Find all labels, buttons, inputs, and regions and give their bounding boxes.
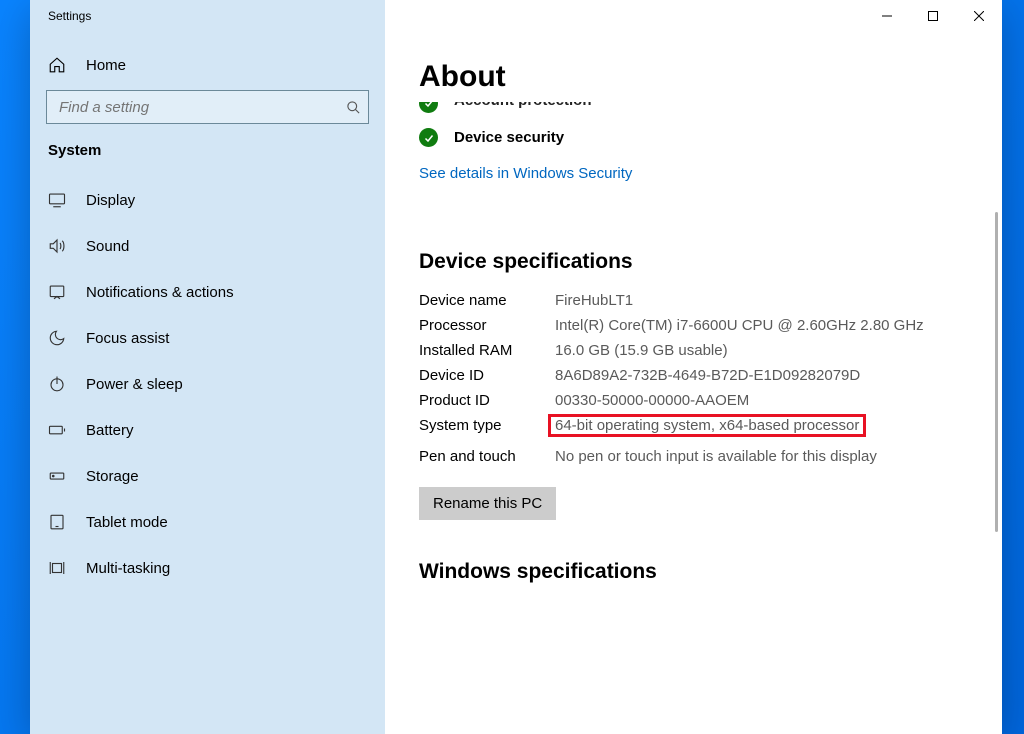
security-label: Device security <box>454 129 564 146</box>
spec-value-system-type-text: 64-bit operating system, x64-based proce… <box>555 417 859 434</box>
sidebar-item-notifications[interactable]: Notifications & actions <box>30 269 385 315</box>
security-account-protection[interactable]: Account protection <box>419 102 968 124</box>
search-input[interactable] <box>46 90 369 124</box>
sidebar-item-label: Display <box>86 192 135 209</box>
windows-spec-heading: Windows specifications <box>419 560 968 584</box>
sidebar-item-label: Power & sleep <box>86 376 183 393</box>
sidebar-item-focus-assist[interactable]: Focus assist <box>30 315 385 361</box>
minimize-button[interactable] <box>864 0 910 32</box>
sound-icon <box>48 237 66 255</box>
sidebar-item-label: Storage <box>86 468 139 485</box>
sidebar-item-tablet-mode[interactable]: Tablet mode <box>30 499 385 545</box>
titlebar: Settings <box>30 0 1002 32</box>
device-spec-table: Device name FireHubLT1 Processor Intel(R… <box>419 292 968 465</box>
spec-label-processor: Processor <box>419 317 549 334</box>
search-wrap <box>46 90 369 124</box>
sidebar-item-multitasking[interactable]: Multi-tasking <box>30 545 385 591</box>
spec-value-product-id: 00330-50000-00000-AAOEM <box>555 392 968 409</box>
sidebar-item-sound[interactable]: Sound <box>30 223 385 269</box>
windows-security-link[interactable]: See details in Windows Security <box>419 165 632 182</box>
multitasking-icon <box>48 559 66 577</box>
sidebar-item-label: Sound <box>86 238 129 255</box>
sidebar-item-battery[interactable]: Battery <box>30 407 385 453</box>
spec-label-device-id: Device ID <box>419 367 549 384</box>
rename-pc-button[interactable]: Rename this PC <box>419 487 556 520</box>
spec-value-system-type: 64-bit operating system, x64-based proce… <box>555 417 968 440</box>
sidebar-item-label: Multi-tasking <box>86 560 170 577</box>
security-device-security[interactable]: Device security <box>419 124 968 151</box>
search-icon <box>346 90 361 124</box>
sidebar-item-display[interactable]: Display <box>30 177 385 223</box>
sidebar-item-label: Tablet mode <box>86 514 168 531</box>
close-button[interactable] <box>956 0 1002 32</box>
tablet-icon <box>48 513 66 531</box>
spec-label-pen: Pen and touch <box>419 448 549 465</box>
sidebar: Home System Display <box>30 32 385 734</box>
spec-label-system-type: System type <box>419 417 549 440</box>
spec-label-product-id: Product ID <box>419 392 549 409</box>
spec-value-device-id: 8A6D89A2-732B-4649-B72D-E1D09282079D <box>555 367 968 384</box>
sidebar-home[interactable]: Home <box>30 46 385 84</box>
power-icon <box>48 375 66 393</box>
check-icon <box>419 128 438 147</box>
sidebar-item-power[interactable]: Power & sleep <box>30 361 385 407</box>
settings-window: Settings Home Sy <box>30 0 1002 734</box>
check-icon <box>419 102 438 113</box>
display-icon <box>48 191 66 209</box>
sidebar-item-label: Notifications & actions <box>86 284 234 301</box>
security-label: Account protection <box>454 102 592 109</box>
sidebar-heading: System <box>30 138 385 177</box>
spec-label-device-name: Device name <box>419 292 549 309</box>
highlight-annotation: 64-bit operating system, x64-based proce… <box>548 414 866 437</box>
notifications-icon <box>48 283 66 301</box>
window-title: Settings <box>30 9 91 23</box>
sidebar-item-storage[interactable]: Storage <box>30 453 385 499</box>
sidebar-item-label: Battery <box>86 422 134 439</box>
home-icon <box>48 56 66 74</box>
battery-icon <box>48 421 66 439</box>
spec-value-device-name: FireHubLT1 <box>555 292 968 309</box>
storage-icon <box>48 467 66 485</box>
focus-assist-icon <box>48 329 66 347</box>
main-content: About Account protection Device security… <box>385 32 1002 734</box>
page-title: About <box>419 60 968 94</box>
maximize-button[interactable] <box>910 0 956 32</box>
spec-value-processor: Intel(R) Core(TM) i7-6600U CPU @ 2.60GHz… <box>555 317 968 334</box>
device-spec-heading: Device specifications <box>419 250 968 274</box>
sidebar-home-label: Home <box>86 57 126 74</box>
spec-label-ram: Installed RAM <box>419 342 549 359</box>
spec-value-pen: No pen or touch input is available for t… <box>555 448 968 465</box>
sidebar-item-label: Focus assist <box>86 330 169 347</box>
spec-value-ram: 16.0 GB (15.9 GB usable) <box>555 342 968 359</box>
scrollbar[interactable] <box>995 212 998 532</box>
